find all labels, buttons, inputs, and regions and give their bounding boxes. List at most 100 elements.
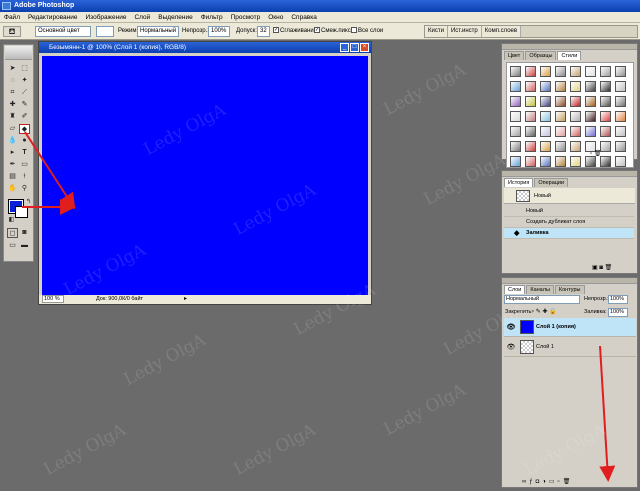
- swap-colors-icon[interactable]: ↰: [23, 197, 34, 207]
- well-tab-tool-presets[interactable]: Ист.инстр: [447, 26, 482, 37]
- well-tab-brushes[interactable]: Кисти: [425, 26, 448, 37]
- blur-tool-icon[interactable]: 💧: [7, 136, 18, 146]
- menu-filter[interactable]: Фильтр: [197, 14, 227, 21]
- style-preset-swatch[interactable]: [510, 126, 521, 137]
- delete-style-icon[interactable]: 🗑: [594, 151, 602, 157]
- menu-image[interactable]: Изображение: [82, 14, 131, 21]
- eraser-tool-icon[interactable]: ▱: [7, 124, 18, 134]
- style-preset-swatch[interactable]: [570, 96, 581, 107]
- layer-fill-input[interactable]: 100%: [608, 308, 628, 317]
- style-preset-swatch[interactable]: [510, 66, 521, 77]
- style-preset-swatch[interactable]: [615, 81, 626, 92]
- adobe-feather-icon[interactable]: [5, 46, 32, 60]
- style-preset-swatch[interactable]: [600, 141, 611, 152]
- screen-mode-standard-icon[interactable]: ▭: [7, 241, 18, 251]
- adjustment-layer-icon[interactable]: ◑: [542, 479, 549, 485]
- style-preset-swatch[interactable]: [555, 111, 566, 122]
- style-preset-swatch[interactable]: [540, 111, 551, 122]
- pattern-picker[interactable]: [96, 26, 114, 37]
- antialias-checkbox[interactable]: ✓ Сглаживание: [273, 26, 317, 37]
- pen-tool-icon[interactable]: ✒: [7, 160, 18, 170]
- slice-tool-icon[interactable]: ⟋: [19, 88, 30, 98]
- tab-color[interactable]: Цвет: [504, 51, 525, 60]
- close-icon[interactable]: ×: [360, 43, 369, 52]
- quickmask-mode-icon[interactable]: ◙: [19, 228, 30, 238]
- screen-mode-full-icon[interactable]: ▬: [19, 241, 30, 251]
- style-preset-swatch[interactable]: [615, 66, 626, 77]
- delete-layer-icon[interactable]: 🗑: [563, 479, 574, 485]
- layer-row[interactable]: 👁 Слой 1: [504, 338, 636, 357]
- fill-source-select[interactable]: Основной цвет: [35, 26, 91, 37]
- new-style-icon[interactable]: ▫: [590, 151, 592, 157]
- style-preset-swatch[interactable]: [585, 111, 596, 122]
- type-tool-icon[interactable]: T: [19, 148, 30, 158]
- style-preset-swatch[interactable]: [615, 156, 626, 167]
- path-select-icon[interactable]: ▸: [7, 148, 18, 158]
- style-preset-swatch[interactable]: [525, 111, 536, 122]
- paint-bucket-preset-icon[interactable]: ⛾: [3, 26, 21, 37]
- new-document-from-state-icon[interactable]: ▣: [592, 265, 598, 271]
- style-preset-swatch[interactable]: [540, 81, 551, 92]
- tolerance-input[interactable]: 32: [257, 26, 270, 37]
- eye-icon[interactable]: 👁: [506, 323, 516, 332]
- history-brush-icon[interactable]: ✐: [19, 112, 30, 122]
- style-preset-swatch[interactable]: [555, 156, 566, 167]
- delete-state-icon[interactable]: 🗑: [605, 265, 613, 271]
- eye-icon[interactable]: 👁: [506, 343, 516, 352]
- minimize-icon[interactable]: _: [340, 43, 349, 52]
- style-preset-swatch[interactable]: [555, 126, 566, 137]
- document-canvas[interactable]: [42, 56, 368, 296]
- menu-window[interactable]: Окно: [264, 14, 287, 21]
- style-preset-swatch[interactable]: [585, 126, 596, 137]
- style-preset-swatch[interactable]: [570, 81, 581, 92]
- style-preset-swatch[interactable]: [570, 156, 581, 167]
- menu-edit[interactable]: Редактирование: [24, 14, 82, 21]
- brush-tool-icon[interactable]: ✎: [19, 100, 30, 110]
- style-preset-swatch[interactable]: [525, 81, 536, 92]
- document-title-bar[interactable]: Безымянн-1 @ 100% (Слой 1 (копия), RGB/8…: [39, 42, 371, 53]
- style-preset-swatch[interactable]: [510, 111, 521, 122]
- marquee-tool-icon[interactable]: ⬚: [19, 64, 30, 74]
- style-preset-swatch[interactable]: [540, 66, 551, 77]
- move-tool-icon[interactable]: ➤: [7, 64, 18, 74]
- maximize-icon[interactable]: □: [350, 43, 359, 52]
- style-preset-swatch[interactable]: [585, 96, 596, 107]
- well-tab-layer-comps[interactable]: Комп.слоев: [481, 26, 522, 37]
- style-preset-swatch[interactable]: [540, 96, 551, 107]
- standard-mode-icon[interactable]: ◻: [7, 228, 18, 238]
- style-preset-swatch[interactable]: [540, 156, 551, 167]
- paint-bucket-tool-icon[interactable]: ◆: [19, 124, 30, 134]
- style-preset-swatch[interactable]: [525, 66, 536, 77]
- menu-file[interactable]: Файл: [0, 14, 24, 21]
- contiguous-checkbox[interactable]: ✓ Смеж.пикс: [314, 26, 351, 37]
- clone-stamp-icon[interactable]: ♜: [7, 112, 18, 122]
- shape-tool-icon[interactable]: ▭: [19, 160, 30, 170]
- menu-layer[interactable]: Слой: [130, 14, 154, 21]
- style-preset-swatch[interactable]: [585, 81, 596, 92]
- default-colors-icon[interactable]: ◧: [6, 215, 17, 225]
- style-preset-swatch[interactable]: [555, 81, 566, 92]
- status-menu-arrow-icon[interactable]: ▸: [184, 296, 187, 303]
- magic-wand-icon[interactable]: ✦: [19, 76, 30, 86]
- style-preset-swatch[interactable]: [570, 126, 581, 137]
- style-preset-swatch[interactable]: [510, 81, 521, 92]
- style-preset-swatch[interactable]: [525, 141, 536, 152]
- style-preset-swatch[interactable]: [555, 66, 566, 77]
- style-preset-swatch[interactable]: [510, 156, 521, 167]
- zoom-tool-icon[interactable]: ⚲: [19, 184, 30, 194]
- history-item[interactable]: Создать дубликат слоя: [504, 217, 634, 228]
- eyedropper-icon[interactable]: ⟊: [19, 172, 30, 182]
- crop-tool-icon[interactable]: ⌗: [7, 88, 18, 98]
- style-preset-swatch[interactable]: [600, 66, 611, 77]
- style-preset-swatch[interactable]: [615, 96, 626, 107]
- tab-layers[interactable]: Слои: [504, 285, 526, 294]
- style-preset-swatch[interactable]: [540, 126, 551, 137]
- style-preset-swatch[interactable]: [540, 141, 551, 152]
- style-preset-swatch[interactable]: [510, 96, 521, 107]
- notes-tool-icon[interactable]: ▤: [7, 172, 18, 182]
- tab-channels[interactable]: Каналы: [526, 285, 554, 294]
- menu-view[interactable]: Просмотр: [227, 14, 265, 21]
- mode-select[interactable]: Нормальный: [137, 26, 179, 37]
- history-item-active[interactable]: ◆ Заливка: [504, 228, 634, 239]
- style-preset-swatch[interactable]: [615, 126, 626, 137]
